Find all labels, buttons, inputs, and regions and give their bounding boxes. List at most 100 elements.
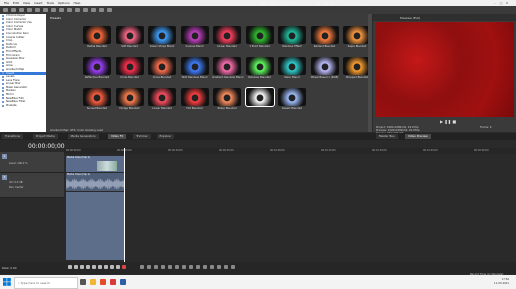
preset-thumbnail[interactable]: Linear Blended: [147, 88, 177, 110]
preset-thumbnail[interactable]: Green Stripe Blend: [147, 26, 177, 48]
chrome-icon[interactable]: [100, 279, 106, 285]
preset-thumbnail[interactable]: Rainbow Effect: [277, 26, 307, 48]
prev-frame-icon[interactable]: [98, 265, 102, 269]
tab-media-generators[interactable]: Media Generators: [67, 134, 99, 139]
loop-icon[interactable]: [68, 265, 72, 269]
edit-tool-icon[interactable]: [140, 265, 144, 269]
go-start-icon[interactable]: [110, 265, 114, 269]
play-icon[interactable]: [80, 265, 84, 269]
toolbar-button-icon[interactable]: [67, 8, 72, 12]
taskbar-search-input[interactable]: ⌕ Type here to search: [14, 277, 78, 289]
preview-playback-controls[interactable]: ▶ ❚❚ ■: [440, 119, 456, 124]
fx-plugin-icon: [2, 75, 4, 78]
eye-preview-image: [213, 88, 241, 106]
edit-tool-icon[interactable]: [210, 265, 214, 269]
track-number: 2: [2, 175, 7, 180]
record-icon[interactable]: [122, 265, 126, 269]
edit-tool-icon[interactable]: [175, 265, 179, 269]
preset-thumbnail[interactable]: Inverse Blend: [180, 26, 210, 48]
go-end-icon[interactable]: [116, 265, 120, 269]
windows-start-icon[interactable]: [3, 278, 11, 286]
preset-thumbnail[interactable]: [244, 87, 275, 108]
preset-thumbnail[interactable]: Wheel Based 1 (RGB): [310, 57, 340, 79]
preset-thumbnail[interactable]: Gradient Rainbow Blend: [212, 57, 243, 79]
vegas-pro-icon[interactable]: [120, 279, 126, 285]
presets-scrollbar[interactable]: [368, 14, 372, 132]
toolbar-button-icon[interactable]: [75, 8, 80, 12]
preset-thumbnail[interactable]: Wild Rainbow Blend: [180, 57, 210, 79]
toolbar-button-icon[interactable]: [59, 8, 64, 12]
ruler-tick-label: 00:02:00;00: [474, 149, 489, 152]
tab-transitions[interactable]: Transitions: [2, 134, 23, 139]
preset-thumbnail[interactable]: Radial Blended: [82, 26, 112, 48]
next-frame-icon[interactable]: [104, 265, 108, 269]
edit-tool-icon[interactable]: [161, 265, 165, 269]
preset-thumbnail[interactable]: Desert Blended: [277, 88, 307, 110]
tab-video-preview[interactable]: Video Preview: [405, 134, 431, 139]
toolbar-button-icon[interactable]: [107, 8, 112, 12]
preset-thumbnail[interactable]: 1 Point Blended: [245, 26, 275, 48]
edit-tool-icon[interactable]: [189, 265, 193, 269]
edit-tool-icon[interactable]: [224, 265, 228, 269]
preset-thumbnail[interactable]: Cross Blended: [115, 57, 145, 79]
preset-thumbnail[interactable]: Rainbow Blended: [245, 57, 275, 79]
preset-thumbnail[interactable]: Neon Blend: [277, 57, 307, 79]
preset-thumbnail[interactable]: Dodge Blended: [115, 88, 145, 110]
toolbar-button-icon[interactable]: [11, 8, 16, 12]
task-view-icon[interactable]: [80, 279, 86, 285]
fx-plugin-icon: [2, 36, 4, 39]
toolbar-button-icon[interactable]: [83, 8, 88, 12]
toolbar-button-icon[interactable]: [99, 8, 104, 12]
edit-tool-icon[interactable]: [154, 265, 158, 269]
preset-thumbnail[interactable]: Hot Blended: [180, 88, 210, 110]
edit-tool-icon[interactable]: [196, 265, 200, 269]
toolbar-button-icon[interactable]: [3, 8, 8, 12]
audio-track-header[interactable]: 2 Vol: 0.0 dB Pan: Center: [0, 173, 64, 198]
preset-thumbnail[interactable]: Soft Blended: [115, 26, 145, 48]
video-track-header[interactable]: 1 Level: 100.0 %: [0, 152, 64, 173]
preset-thumbnail[interactable]: Linear Blended: [212, 26, 242, 48]
edit-tool-icon[interactable]: [168, 265, 172, 269]
tab-explorer[interactable]: Explorer: [156, 134, 175, 139]
taskbar-clock: 17:56 11-03-2021: [494, 278, 509, 285]
preset-thumbnail[interactable]: Sharp Blended: [212, 88, 242, 110]
preset-thumbnail[interactable]: Sunset Blended: [82, 88, 112, 110]
playhead-cursor[interactable]: [124, 148, 125, 262]
bandicam-icon[interactable]: [110, 279, 116, 285]
tab-master-bus[interactable]: Master Bus: [376, 134, 398, 139]
toolbar-button-icon[interactable]: [51, 8, 56, 12]
fx-list-item[interactable]: Pixelate: [0, 103, 46, 108]
play-from-start-icon[interactable]: [74, 265, 78, 269]
preset-label: Wheel Based 1 (RGB): [310, 76, 339, 79]
preset-thumbnail[interactable]: Cross Blended: [147, 57, 177, 79]
eye-preview-image: [83, 57, 111, 75]
fx-plugin-icon: [2, 54, 4, 57]
edit-tool-icon[interactable]: [203, 265, 207, 269]
pause-icon[interactable]: [86, 265, 90, 269]
preset-thumbnail[interactable]: Radiant Blended: [310, 26, 340, 48]
tab-trimmer[interactable]: Trimmer: [133, 134, 151, 139]
preset-label: 1 Point Blended: [249, 45, 270, 48]
edit-tool-icon[interactable]: [231, 265, 235, 269]
track-number: 1: [2, 154, 7, 159]
toolbar-button-icon[interactable]: [19, 8, 24, 12]
toolbar-button-icon[interactable]: [91, 8, 96, 12]
preview-quality-dropdown[interactable]: Preview (Full): [400, 16, 420, 20]
toolbar-button-icon[interactable]: [43, 8, 48, 12]
stop-icon[interactable]: [92, 265, 96, 269]
eye-preview-image: [244, 87, 275, 107]
preset-label: Sharp Blended: [217, 107, 237, 110]
audio-waveform: [66, 178, 124, 190]
edit-tool-icon[interactable]: [147, 265, 151, 269]
preset-thumbnail[interactable]: Reflective Blended: [82, 57, 112, 79]
edit-tool-icon[interactable]: [217, 265, 221, 269]
toolbar-button-icon[interactable]: [35, 8, 40, 12]
file-explorer-icon[interactable]: [90, 279, 96, 285]
toolbar-button-icon[interactable]: [27, 8, 32, 12]
edit-tool-icon[interactable]: [182, 265, 186, 269]
tab-video-fx[interactable]: Video FX: [108, 134, 127, 139]
tab-project-media[interactable]: Project Media: [32, 134, 58, 139]
timeline-selection-region: [66, 192, 124, 260]
eye-preview-image: [278, 88, 306, 106]
fx-plugin-icon: [2, 93, 4, 96]
